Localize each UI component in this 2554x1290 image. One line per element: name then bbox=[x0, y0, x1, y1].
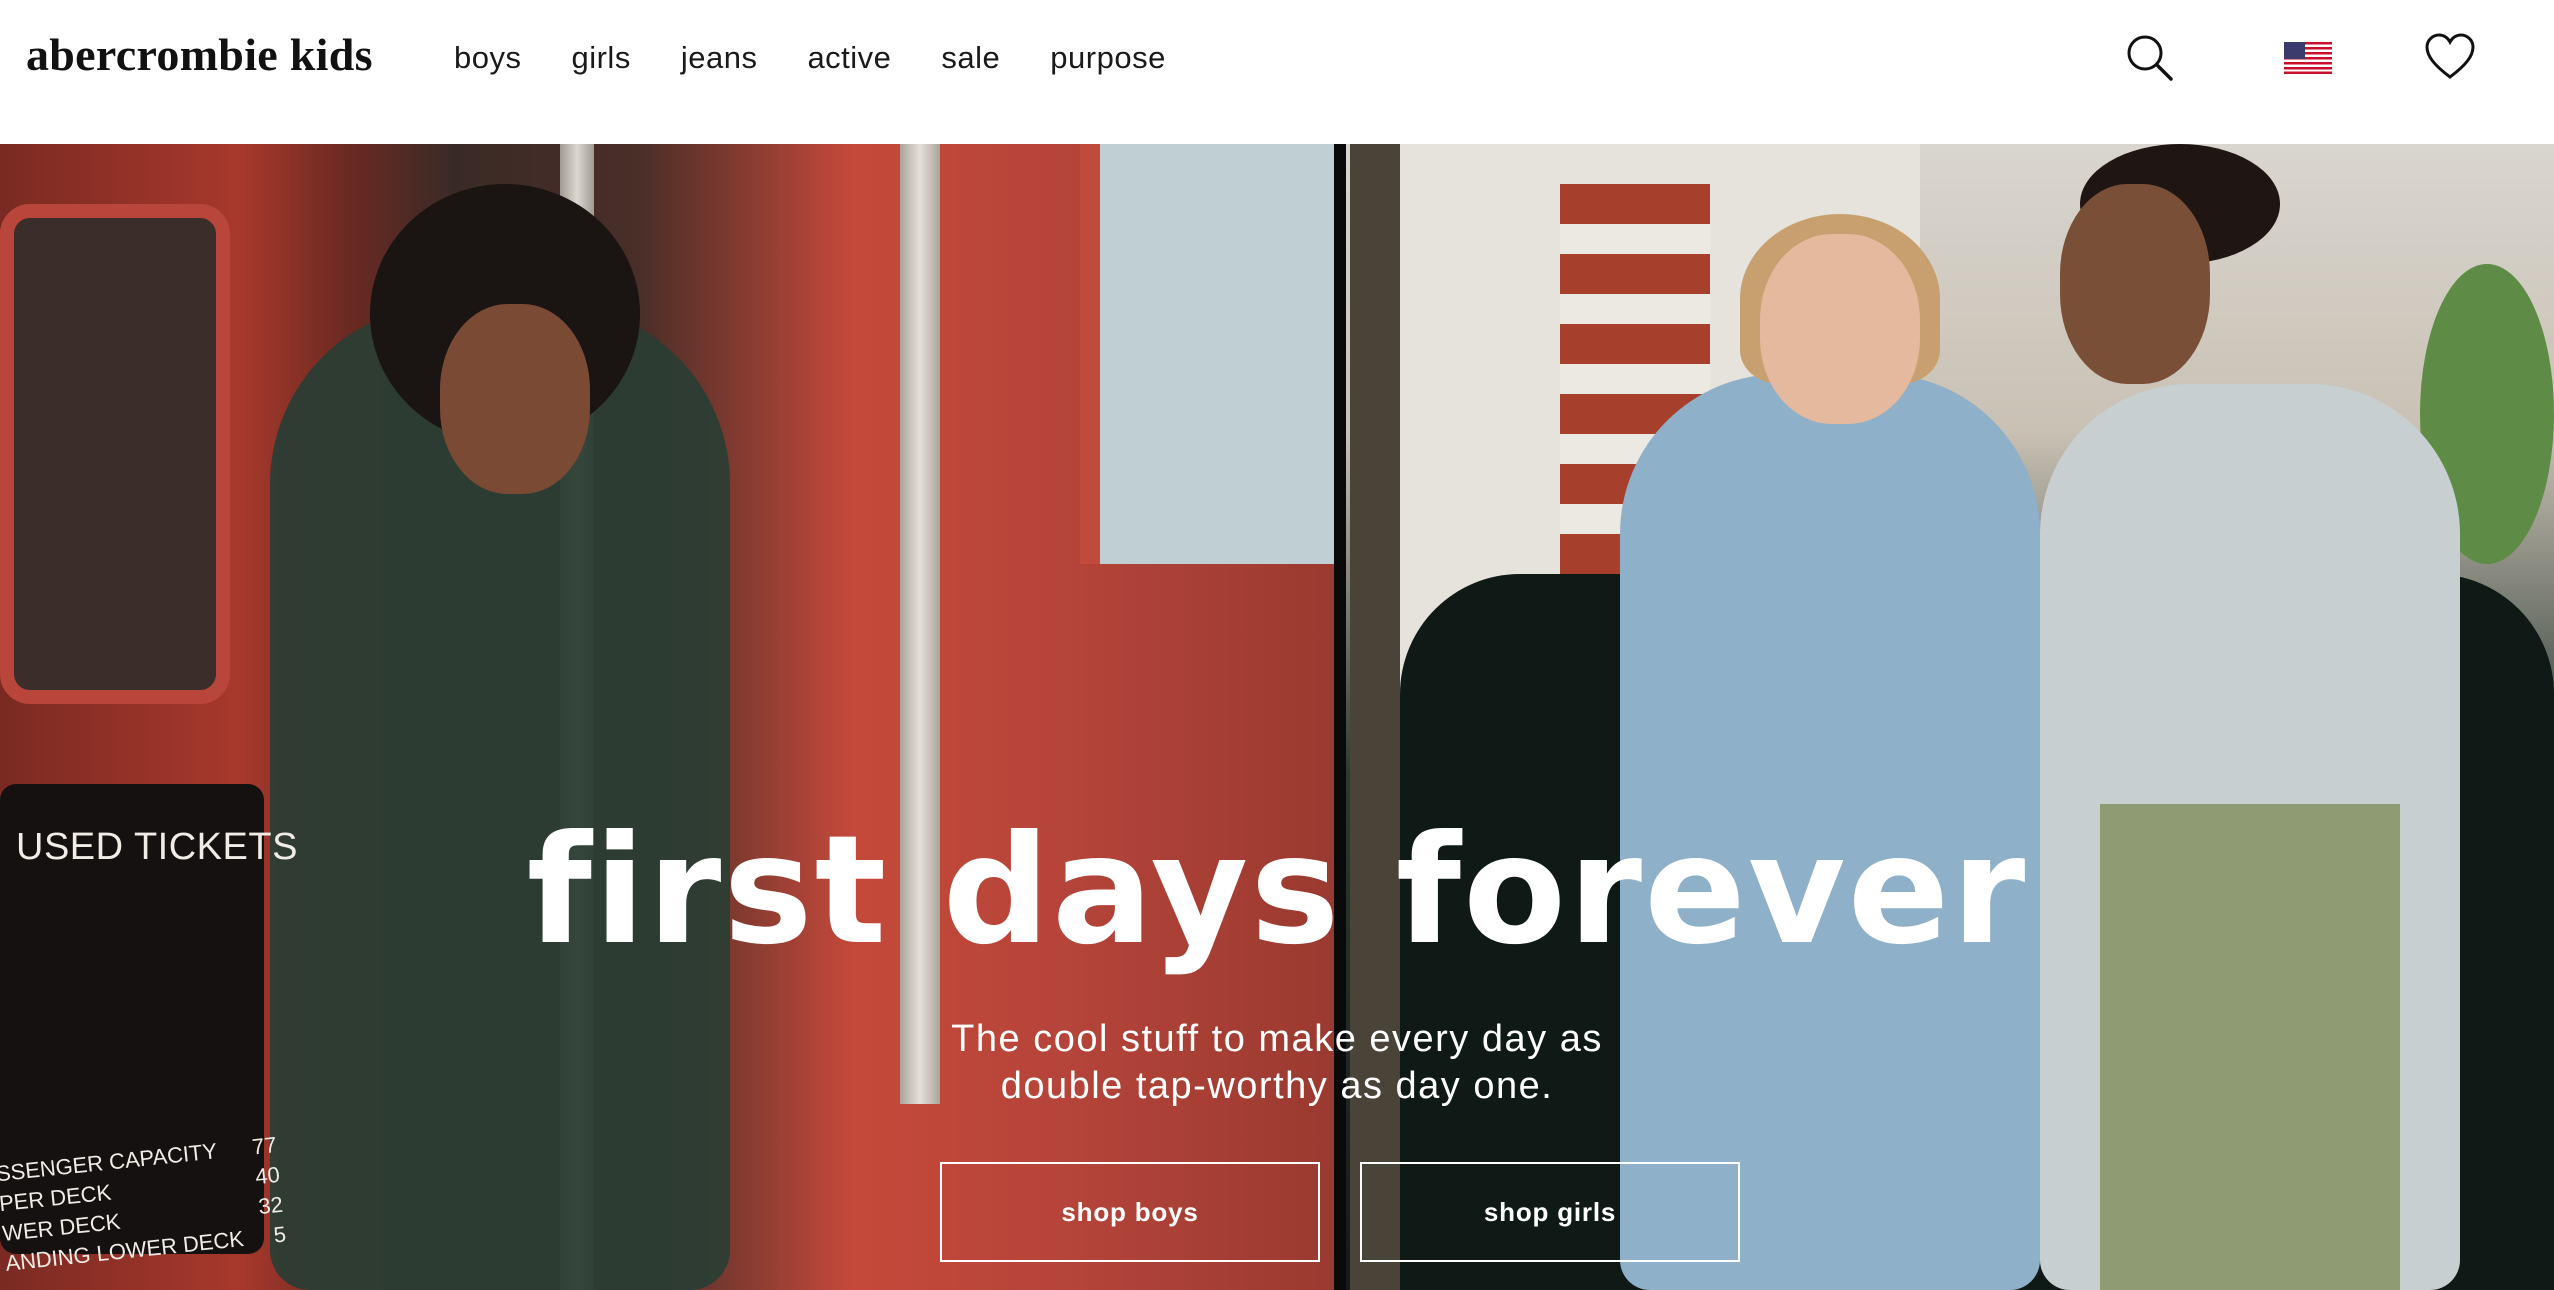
girl-face bbox=[1760, 234, 1920, 424]
us-flag-icon[interactable] bbox=[2284, 42, 2332, 74]
hero-subline-line2: double tap-worthy as day one. bbox=[1000, 1065, 1554, 1107]
brand-logo[interactable]: abercrombie kids bbox=[26, 28, 373, 81]
shop-girls-button[interactable]: shop girls bbox=[1360, 1162, 1740, 1262]
site-header: abercrombie kids boys girls jeans active… bbox=[0, 0, 2554, 144]
shop-boys-button[interactable]: shop boys bbox=[940, 1162, 1320, 1262]
hero-banner: USED TICKETS SSENGER CAPACITY 77 PER DECK… bbox=[0, 144, 2554, 1290]
hero-subline-line1: The cool stuff to make every day as bbox=[951, 1018, 1603, 1060]
boy-face bbox=[440, 304, 590, 494]
bus-door-window bbox=[1080, 144, 1334, 564]
nav-item-jeans[interactable]: jeans bbox=[681, 40, 758, 76]
hero-photo-boys: USED TICKETS SSENGER CAPACITY 77 PER DECK… bbox=[0, 144, 1334, 1290]
nav-item-purpose[interactable]: purpose bbox=[1050, 40, 1166, 76]
nav-item-sale[interactable]: sale bbox=[941, 40, 1000, 76]
bus-window bbox=[0, 204, 230, 704]
girl-face bbox=[2060, 184, 2210, 384]
nav-item-boys[interactable]: boys bbox=[454, 40, 521, 76]
hero-headline: first days forever bbox=[526, 804, 2028, 978]
nav-item-girls[interactable]: girls bbox=[571, 40, 630, 76]
search-icon[interactable] bbox=[2124, 32, 2174, 82]
main-nav: boys girls jeans active sale purpose bbox=[454, 40, 1216, 76]
hero-subline: The cool stuff to make every day as doub… bbox=[0, 1016, 2554, 1110]
photo-divider bbox=[1334, 144, 1346, 1290]
heart-icon[interactable] bbox=[2424, 32, 2476, 82]
nav-item-active[interactable]: active bbox=[807, 40, 891, 76]
